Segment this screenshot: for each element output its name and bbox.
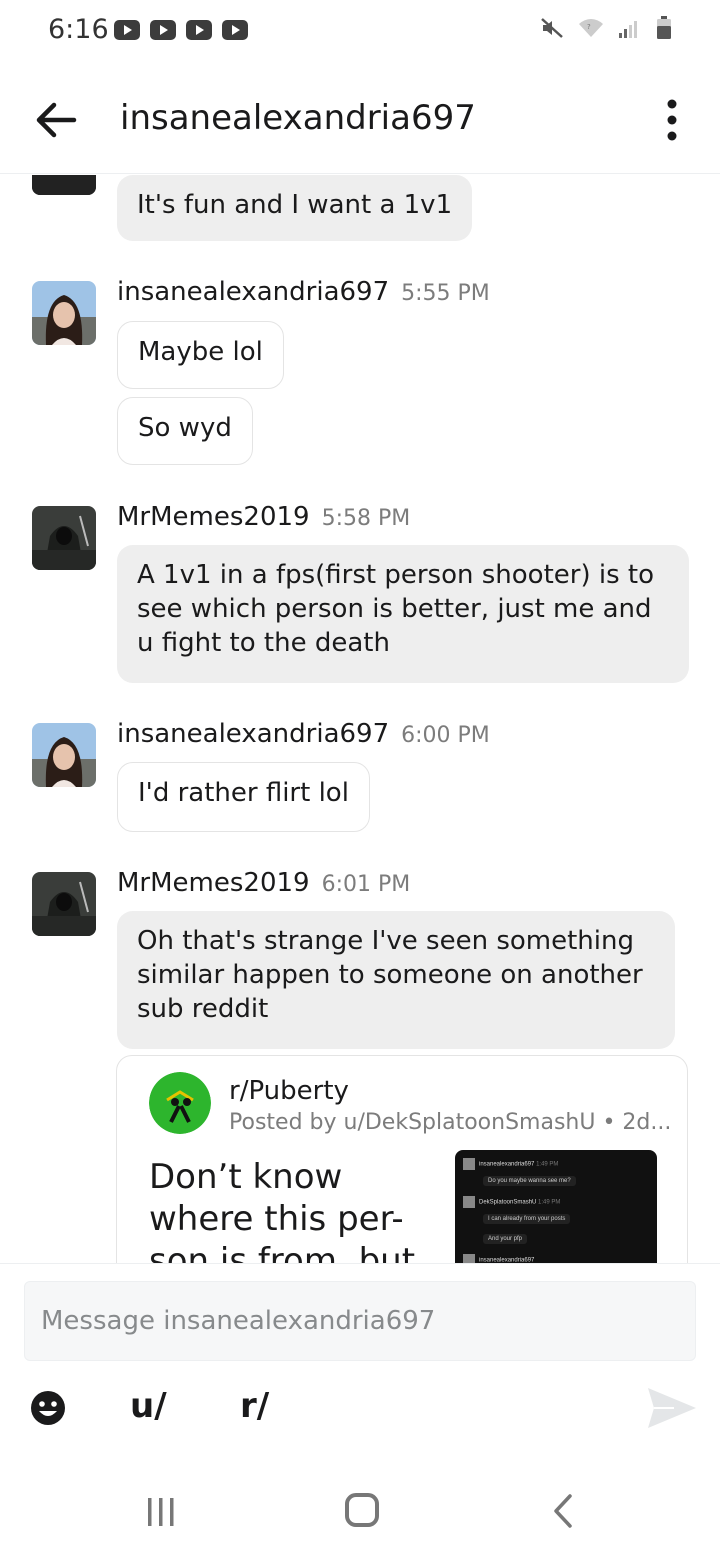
message-author[interactable]: MrMemes2019 6:01 PM [117,868,410,898]
recent-apps-icon[interactable] [146,1496,176,1528]
user-mention-button[interactable]: u/ [130,1386,167,1426]
system-back-icon[interactable] [550,1493,578,1529]
svg-text:?: ? [587,23,591,31]
message-time: 6:00 PM [401,723,490,748]
message-bubble[interactable]: A 1v1 in a fps(first person shooter) is … [117,545,689,683]
youtube-notification-icon [222,20,248,40]
home-icon[interactable] [345,1493,379,1527]
author-name[interactable]: insanealexandria697 [117,719,389,749]
signal-icon [619,21,637,38]
more-options-icon[interactable] [656,96,688,144]
back-arrow-icon[interactable] [30,94,82,146]
avatar[interactable] [32,281,96,345]
battery-icon [657,16,671,39]
message-time: 5:58 PM [321,506,411,531]
thumbnail-row: DekSplatoonSmashU 1:49 PM [463,1196,560,1208]
thumbnail-message: And your pfp [483,1234,528,1244]
youtube-notification-icon [150,20,176,40]
message-author[interactable]: insanealexandria697 5:55 PM [117,277,490,307]
message-time: 5:55 PM [401,281,490,306]
mute-icon [541,18,563,38]
author-name[interactable]: MrMemes2019 [117,502,310,532]
post-title[interactable]: Don’t know where this per-son is from, b… [149,1156,419,1263]
message-author[interactable]: MrMemes2019 5:58 PM [117,502,410,532]
avatar[interactable] [32,506,96,570]
send-icon[interactable] [646,1386,698,1430]
shared-post-card[interactable]: r/Puberty Posted by u/DekSplatoonSmashU … [116,1055,688,1263]
message-bubble[interactable]: Oh that's strange I've seen something si… [117,911,675,1049]
chat-header: insanealexandria697 [0,64,720,174]
puberty-subreddit-icon [149,1072,211,1134]
subreddit-mention-button[interactable]: r/ [240,1386,269,1426]
status-time: 6:16 [48,14,109,45]
wifi-icon: ? [579,19,603,37]
thumbnail-avatar [463,1196,475,1208]
soldier-avatar-image [32,506,96,570]
avatar[interactable] [32,175,96,195]
thumbnail-time: 1:49 PM [538,1199,561,1206]
avatar[interactable] [32,872,96,936]
soldier-avatar-image [32,872,96,936]
message-author[interactable]: insanealexandria697 6:00 PM [117,719,490,749]
avatar[interactable] [32,723,96,787]
message-list[interactable]: It's fun and I want a 1v1 insanealexandr… [0,175,720,1263]
thumbnail-message: Do you maybe wanna see me? [483,1176,576,1186]
thumbnail-time: 1:49 PM [536,1161,559,1168]
subreddit-icon[interactable] [149,1072,211,1134]
post-meta: Posted by u/DekSplatoonSmashU • 2d... [229,1110,672,1135]
post-thumbnail[interactable]: insanealexandria697 1:49 PM Do you maybe… [455,1150,657,1263]
message-composer: u/ r/ [0,1263,720,1463]
thumbnail-row: insanealexandria697 [463,1254,534,1263]
soldier-avatar-image [32,175,96,195]
girl-avatar-image [32,281,96,345]
system-navigation-bar [0,1463,720,1560]
thumbnail-avatar [463,1254,475,1263]
message-bubble[interactable]: I'd rather flirt lol [117,762,370,832]
subreddit-name[interactable]: r/Puberty [229,1076,349,1106]
thumbnail-author: insanealexandria697 [479,1161,535,1168]
chat-title: insanealexandria697 [120,98,476,138]
thumbnail-author: DekSplatoonSmashU [479,1199,537,1206]
girl-avatar-image [32,723,96,787]
youtube-notification-icon [114,20,140,40]
notification-icons [114,20,248,40]
author-name[interactable]: insanealexandria697 [117,277,389,307]
thumbnail-row: insanealexandria697 1:49 PM [463,1158,558,1170]
message-bubble[interactable]: Maybe lol [117,321,284,389]
message-bubble[interactable]: It's fun and I want a 1v1 [117,175,473,241]
message-input[interactable] [24,1281,696,1361]
author-name[interactable]: MrMemes2019 [117,868,310,898]
system-icons: ? [540,16,672,40]
message-bubble[interactable]: So wyd [117,397,253,465]
emoji-icon[interactable] [30,1390,66,1426]
message-time: 6:01 PM [321,872,411,897]
status-bar: 6:16 ? [0,0,720,64]
youtube-notification-icon [186,20,212,40]
thumbnail-message: I can already from your posts [483,1214,571,1224]
thumbnail-avatar [463,1158,475,1170]
